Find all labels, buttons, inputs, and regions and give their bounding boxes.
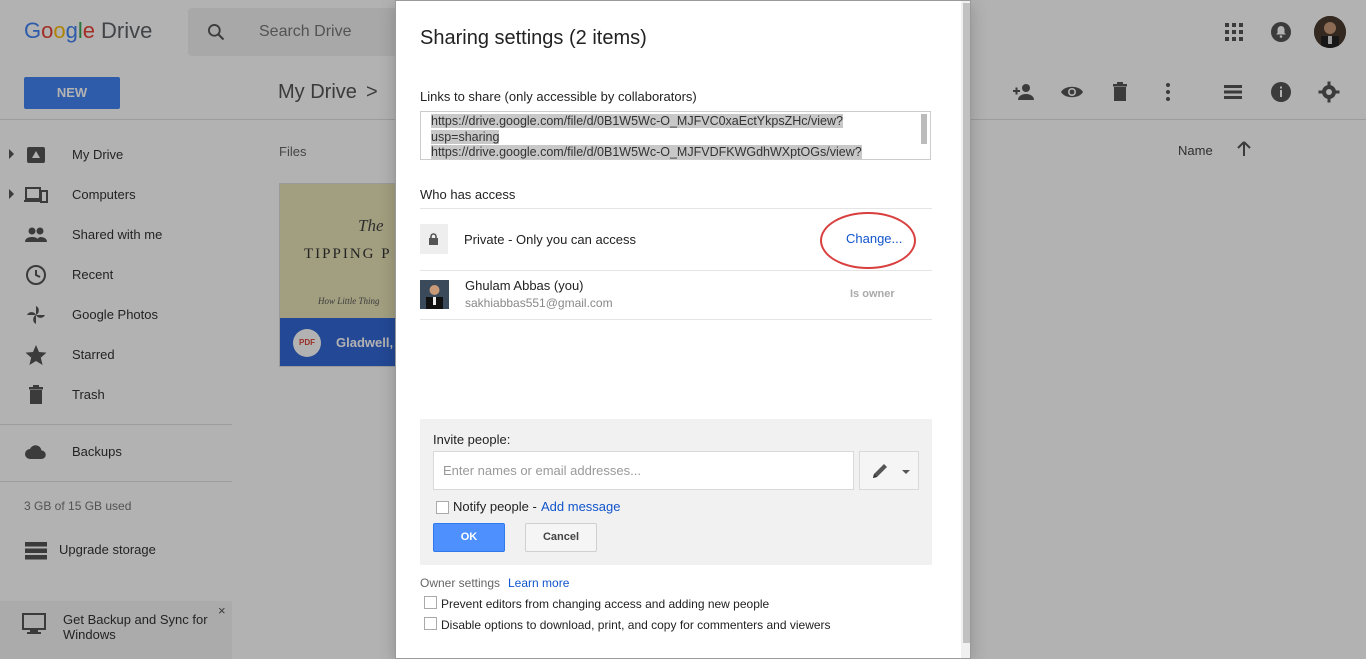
- disable-download-label: Disable options to download, print, and …: [441, 618, 831, 632]
- share-link-line: usp=sharing: [431, 129, 500, 144]
- invite-email-input[interactable]: [433, 451, 854, 490]
- row-divider: [420, 208, 932, 209]
- chevron-down-icon: [902, 470, 910, 474]
- access-level-text: Private - Only you can access: [464, 232, 636, 247]
- textarea-scrollbar[interactable]: [921, 114, 927, 144]
- user-avatar: [420, 280, 449, 309]
- pencil-edit-icon: [873, 464, 887, 478]
- lock-icon: [429, 233, 438, 245]
- ok-button[interactable]: OK: [433, 523, 505, 552]
- lock-icon-box: [420, 224, 448, 254]
- user-name: Ghulam Abbas (you): [465, 278, 584, 293]
- share-link-line: https://drive.google.com/file/d/0B1W5Wc-…: [431, 114, 843, 128]
- notify-people-label: Notify people -: [453, 499, 537, 514]
- notify-people-checkbox[interactable]: [436, 501, 449, 514]
- sharing-settings-dialog: Sharing settings (2 items) Links to shar…: [395, 0, 971, 659]
- prevent-editors-checkbox[interactable]: [424, 596, 437, 609]
- permission-dropdown[interactable]: [859, 451, 919, 490]
- row-divider: [420, 270, 932, 271]
- links-label: Links to share (only accessible by colla…: [420, 89, 697, 104]
- owner-role-label: Is owner: [850, 288, 895, 300]
- invite-people-label: Invite people:: [433, 432, 511, 447]
- row-divider: [420, 319, 932, 320]
- scrollbar-thumb[interactable]: [963, 3, 970, 643]
- cancel-button[interactable]: Cancel: [525, 523, 597, 552]
- invite-people-panel: Invite people: Notify people - Add messa…: [420, 419, 932, 565]
- share-links-textarea[interactable]: https://drive.google.com/file/d/0B1W5Wc-…: [420, 111, 931, 160]
- owner-settings-label: Owner settings: [420, 576, 501, 590]
- learn-more-link[interactable]: Learn more: [508, 576, 569, 590]
- disable-download-checkbox[interactable]: [424, 617, 437, 630]
- add-message-link[interactable]: Add message: [541, 499, 621, 514]
- share-link-line: https://drive.google.com/file/d/0B1W5Wc-…: [431, 145, 862, 159]
- dialog-scrollbar[interactable]: [961, 1, 970, 658]
- who-has-access-label: Who has access: [420, 187, 516, 202]
- prevent-editors-label: Prevent editors from changing access and…: [441, 597, 770, 611]
- user-email: sakhiabbas551@gmail.com: [465, 296, 613, 310]
- dialog-title: Sharing settings (2 items): [420, 27, 647, 49]
- highlight-circle: [820, 212, 916, 269]
